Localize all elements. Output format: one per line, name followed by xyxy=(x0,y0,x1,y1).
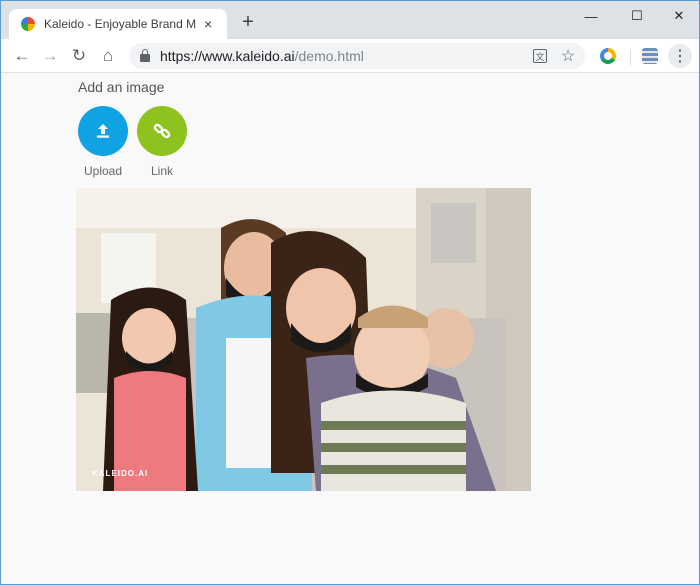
browser-tab[interactable]: Kaleido - Enjoyable Brand Mark × xyxy=(9,9,227,39)
toolbar-divider xyxy=(630,49,631,65)
photo-watermark: KALEIDO.AI xyxy=(92,469,148,478)
address-bar[interactable]: https://www.kaleido.ai/demo.html 文 ☆ xyxy=(129,43,585,69)
lock-icon xyxy=(140,49,150,62)
reload-icon[interactable]: ↻ xyxy=(68,45,90,67)
link-button[interactable] xyxy=(137,106,187,156)
extension-chrome-icon[interactable] xyxy=(600,48,616,64)
page-heading: Add an image xyxy=(78,79,165,95)
link-label: Link xyxy=(150,164,173,178)
uploaded-family-photo: KALEIDO.AI xyxy=(76,188,531,491)
browser-menu-icon[interactable]: ⋮ xyxy=(668,44,692,68)
page-content: Add an image Upload Link KALEIDO.AI xyxy=(1,74,699,584)
upload-button[interactable] xyxy=(78,106,128,156)
upload-label: Upload xyxy=(83,164,123,178)
minimize-icon[interactable]: — xyxy=(569,1,613,31)
forward-icon[interactable]: → xyxy=(39,45,61,67)
tab-title: Kaleido - Enjoyable Brand Mark xyxy=(44,17,196,31)
tab-close-icon[interactable]: × xyxy=(204,17,212,31)
back-icon[interactable]: ← xyxy=(11,45,33,67)
kaleido-favicon-icon xyxy=(21,17,35,31)
link-icon xyxy=(153,123,171,139)
window-close-icon[interactable]: ✕ xyxy=(657,1,699,31)
upload-icon xyxy=(97,124,109,138)
browser-window: Kaleido - Enjoyable Brand Mark × + — ☐ ✕… xyxy=(0,0,700,585)
title-bar: Kaleido - Enjoyable Brand Mark × + — ☐ ✕ xyxy=(1,1,699,39)
new-tab-icon[interactable]: + xyxy=(237,11,259,33)
maximize-icon[interactable]: ☐ xyxy=(615,1,659,31)
browser-toolbar: ← → ↻ ⌂ https://www.kaleido.ai/demo.html… xyxy=(1,39,699,73)
star-icon[interactable]: ☆ xyxy=(559,47,577,65)
home-icon[interactable]: ⌂ xyxy=(97,45,119,67)
translate-icon[interactable]: 文 xyxy=(533,49,547,63)
extension-flag-icon[interactable] xyxy=(642,48,658,64)
url-text[interactable]: https://www.kaleido.ai/demo.html xyxy=(160,48,364,64)
